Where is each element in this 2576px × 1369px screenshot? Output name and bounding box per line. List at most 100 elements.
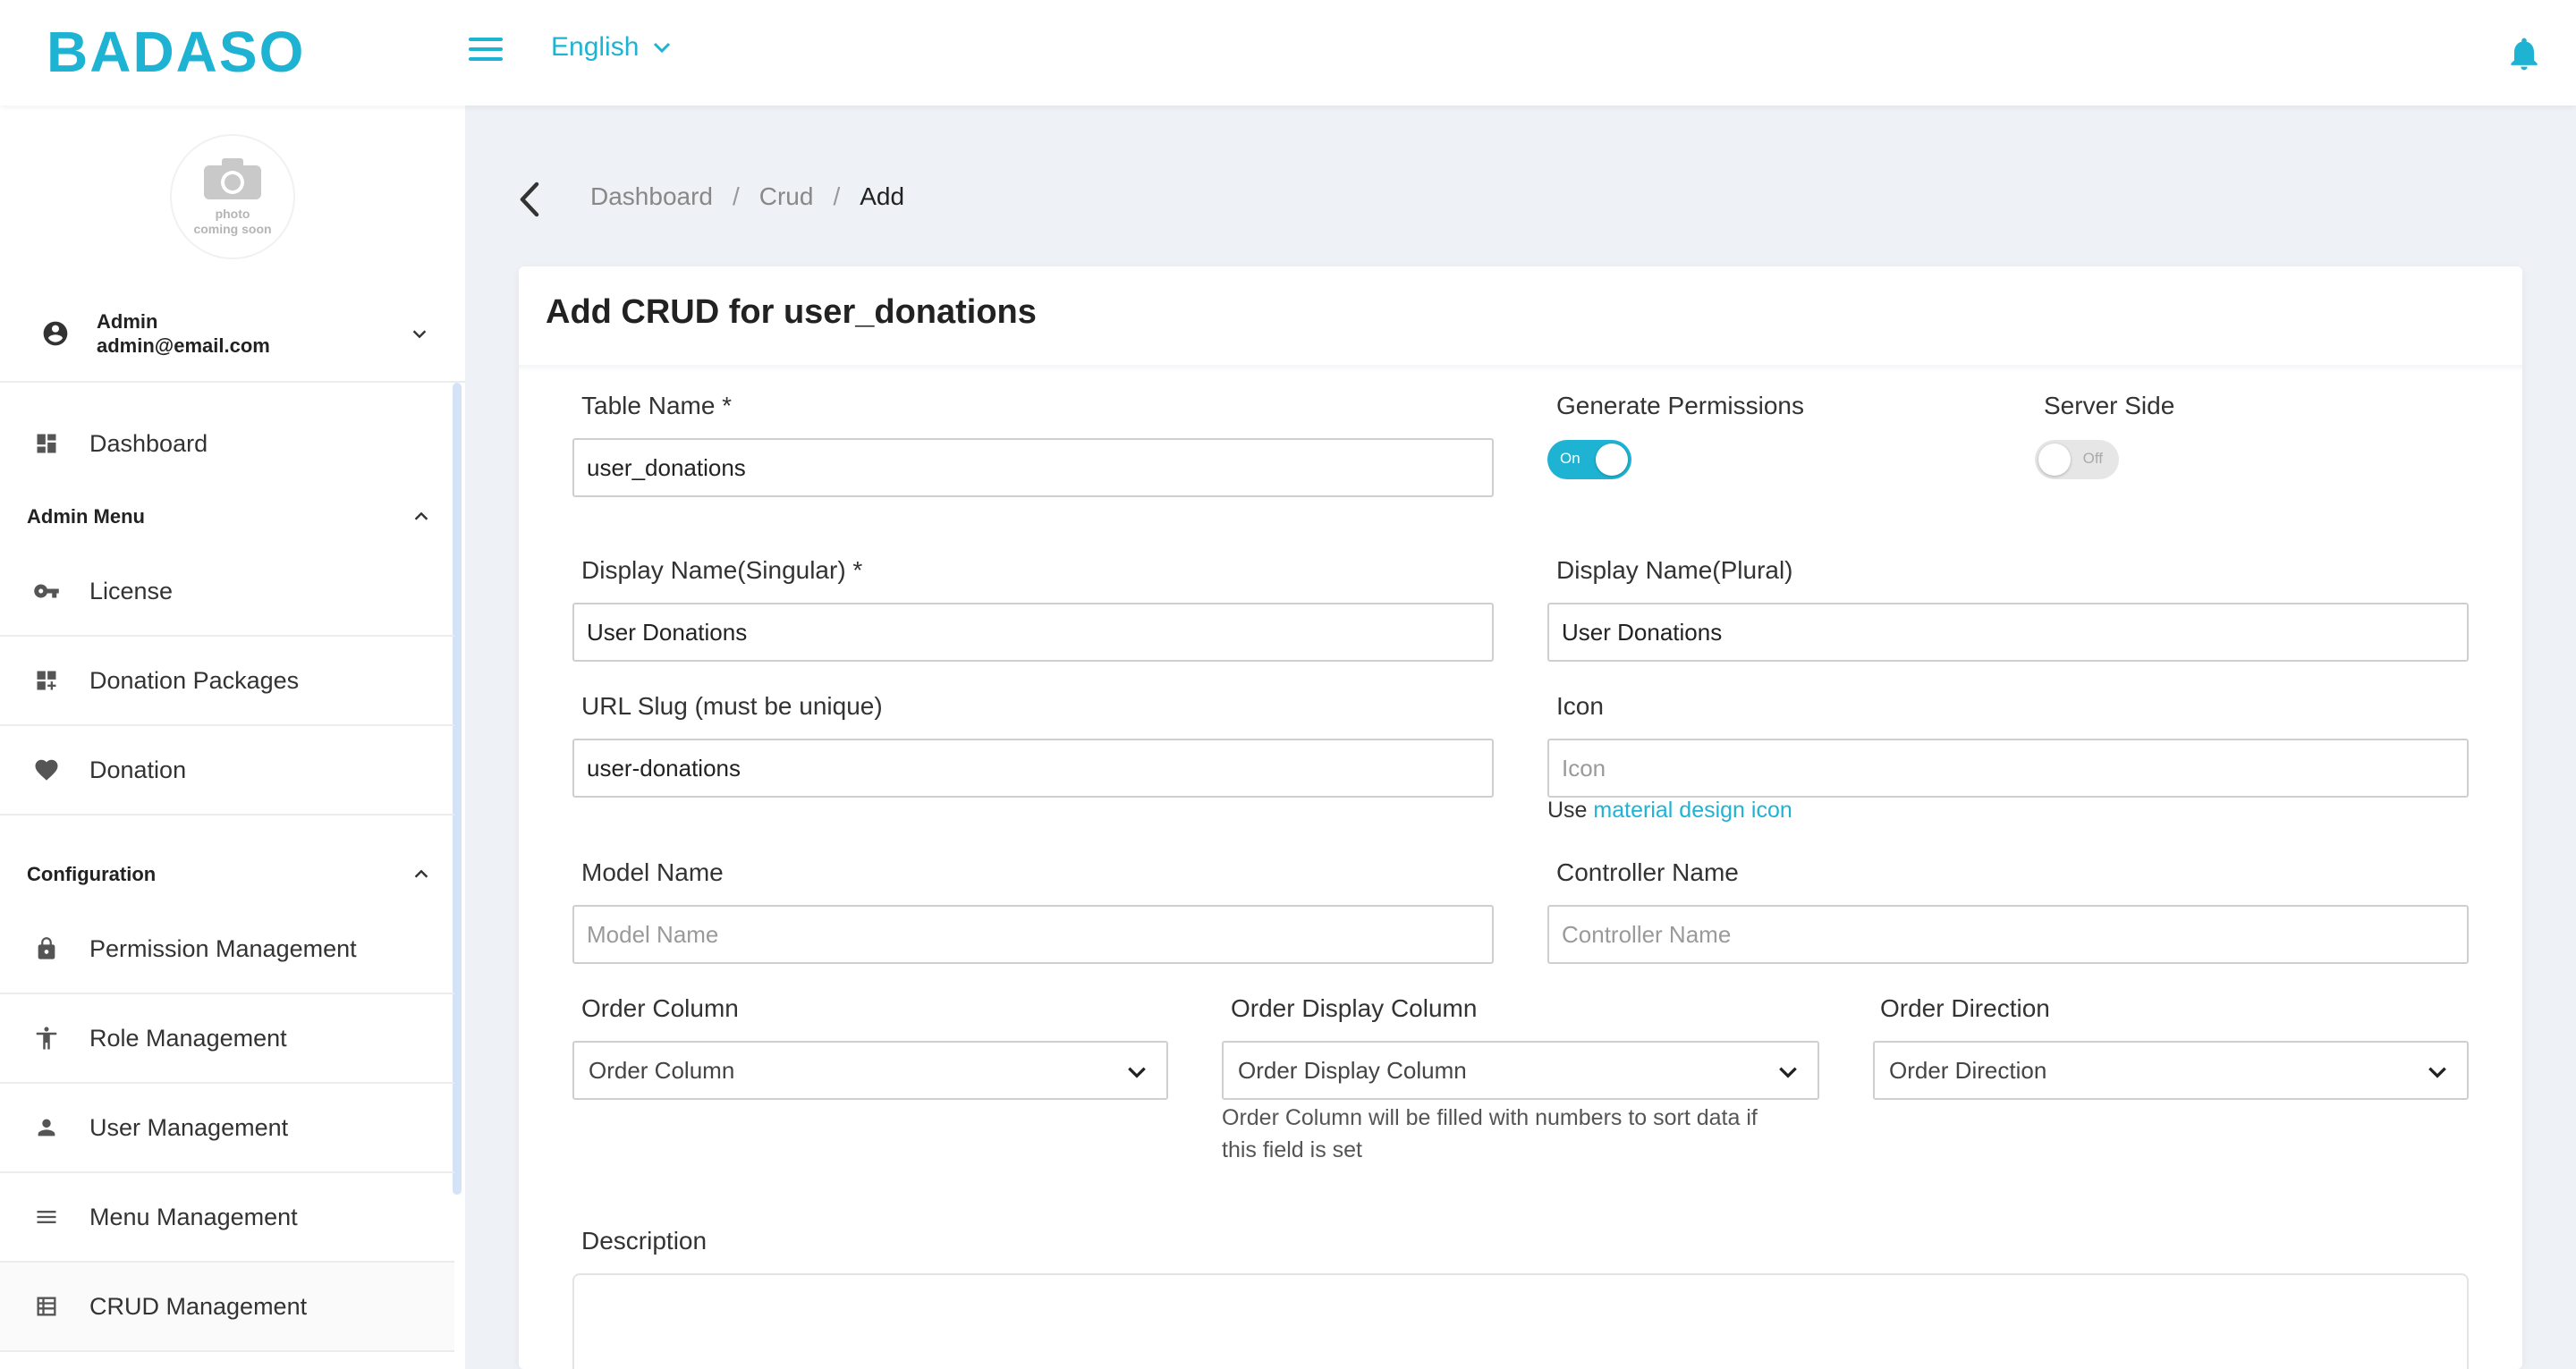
avatar: photo coming soon [170, 134, 295, 259]
breadcrumb-dashboard[interactable]: Dashboard [590, 182, 713, 211]
order-display-column-label: Order Display Column [1231, 994, 1478, 1022]
chevron-up-icon [414, 511, 428, 520]
breadcrumb-separator: / [833, 182, 841, 210]
breadcrumb-crud[interactable]: Crud [759, 182, 814, 211]
chevron-down-icon [2428, 1067, 2446, 1078]
order-column-select[interactable]: Order Column [572, 1041, 1168, 1100]
section-title: Admin Menu [27, 505, 145, 528]
toggle-knob [1596, 444, 1628, 476]
user-email: admin@email.com [97, 334, 270, 357]
hamburger-menu-button[interactable] [469, 38, 503, 66]
table-name-label: Table Name * [581, 392, 733, 419]
avatar-placeholder-text: photo coming soon [193, 207, 271, 237]
order-display-column-value: Order Display Column [1238, 1056, 1467, 1084]
order-column-hint: Order Column will be filled with numbers… [1222, 1102, 1758, 1166]
breadcrumb-separator: / [732, 182, 740, 210]
order-display-column-select[interactable]: Order Display Column [1222, 1041, 1819, 1100]
description-textarea[interactable] [572, 1273, 2469, 1369]
key-icon [32, 577, 61, 605]
material-design-icon-link[interactable]: material design icon [1593, 798, 1792, 823]
sidebar: photo coming soon Admin admin@email.com … [0, 106, 465, 1369]
server-side-label: Server Side [2044, 392, 2175, 419]
chevron-down-icon [1779, 1067, 1797, 1078]
section-configuration[interactable]: Configuration [0, 848, 454, 901]
avatar-text-line: photo [215, 207, 250, 221]
section-admin-menu[interactable]: Admin Menu [0, 490, 454, 544]
display-plural-label: Display Name(Plural) [1556, 556, 1793, 584]
breadcrumb: Dashboard / Crud / Add [590, 182, 904, 211]
chevron-down-icon [412, 330, 427, 339]
avatar-text-line: coming soon [193, 222, 272, 236]
hamburger-bar [469, 38, 503, 41]
account-circle-icon [43, 321, 68, 346]
widgets-icon [32, 666, 61, 695]
display-plural-input[interactable]: User Donations [1547, 603, 2469, 662]
accessibility-icon [32, 1024, 61, 1052]
toggle-state-label: Off [2082, 450, 2103, 467]
menu-icon [32, 1203, 61, 1231]
hint-line: Order Column will be filled with numbers… [1222, 1105, 1758, 1130]
icon-label: Icon [1556, 692, 1604, 720]
divider [0, 381, 465, 383]
notification-bell-icon[interactable] [2504, 32, 2544, 75]
language-selector[interactable]: English [551, 32, 673, 63]
sidebar-item-label: Donation Packages [89, 666, 300, 694]
icon-help-prefix: Use [1547, 798, 1588, 823]
generate-permissions-toggle[interactable]: On [1547, 440, 1631, 479]
toggle-state-label: On [1560, 450, 1580, 467]
order-direction-label: Order Direction [1880, 994, 2050, 1022]
chevron-down-icon [1128, 1067, 1146, 1078]
display-singular-label: Display Name(Singular) * [581, 556, 863, 584]
section-title: Configuration [27, 863, 157, 885]
url-slug-input[interactable]: user-donations [572, 739, 1494, 798]
controller-name-input[interactable]: Controller Name [1547, 905, 2469, 964]
sidebar-item-label: CRUD Management [89, 1292, 308, 1320]
chevron-down-icon [654, 42, 671, 54]
sidebar-item-user-management[interactable]: User Management [0, 1084, 454, 1173]
description-label: Description [581, 1227, 708, 1255]
hamburger-bar [469, 57, 503, 61]
sidebar-item-label: License [89, 577, 174, 604]
hint-line: this field is set [1222, 1137, 1363, 1162]
badaso-logo[interactable]: BADASO [47, 25, 342, 79]
icon-input[interactable]: Icon [1547, 739, 2469, 798]
order-direction-value: Order Direction [1889, 1056, 2047, 1084]
top-bar: BADASO English [0, 0, 2576, 106]
sidebar-item-crud-management[interactable]: CRUD Management [0, 1263, 454, 1352]
back-arrow-icon[interactable] [515, 179, 544, 220]
form-card: Add CRUD for user_donations Table Name *… [519, 266, 2522, 1369]
order-direction-select[interactable]: Order Direction [1873, 1041, 2469, 1100]
order-column-label: Order Column [581, 994, 739, 1022]
sidebar-item-label: Menu Management [89, 1203, 298, 1230]
heart-icon [32, 756, 61, 784]
sidebar-item-donation-packages[interactable]: Donation Packages [0, 637, 454, 726]
sidebar-item-menu-management[interactable]: Menu Management [0, 1173, 454, 1263]
lock-icon [32, 934, 61, 963]
order-column-value: Order Column [589, 1056, 735, 1084]
table-icon [32, 1292, 61, 1321]
generate-permissions-label: Generate Permissions [1556, 392, 1805, 419]
sidebar-item-label: User Management [89, 1113, 289, 1141]
model-name-input[interactable]: Model Name [572, 905, 1494, 964]
display-singular-input[interactable]: User Donations [572, 603, 1494, 662]
sidebar-item-dashboard[interactable]: Dashboard [0, 399, 454, 488]
user-name: Admin [97, 310, 158, 333]
hamburger-bar [469, 47, 503, 51]
server-side-toggle[interactable]: Off [2035, 440, 2119, 479]
header-divider [519, 365, 2522, 372]
toggle-knob [2038, 444, 2071, 476]
table-name-input[interactable]: user_donations [572, 438, 1494, 497]
sidebar-item-license[interactable]: License [0, 547, 454, 637]
sidebar-item-label: Role Management [89, 1024, 287, 1052]
sidebar-item-role-management[interactable]: Role Management [0, 994, 454, 1084]
icon-help-text: Use material design icon [1547, 798, 1792, 824]
controller-name-label: Controller Name [1556, 858, 1739, 886]
svg-text:BADASO: BADASO [47, 25, 305, 79]
sidebar-item-label: Donation [89, 756, 187, 783]
sidebar-item-permission-management[interactable]: Permission Management [0, 905, 454, 994]
sidebar-item-label: Permission Management [89, 934, 357, 962]
dashboard-icon [32, 429, 61, 458]
language-label: English [551, 32, 640, 62]
user-profile-dropdown[interactable]: Admin admin@email.com [0, 284, 456, 383]
sidebar-item-donation[interactable]: Donation [0, 726, 454, 815]
